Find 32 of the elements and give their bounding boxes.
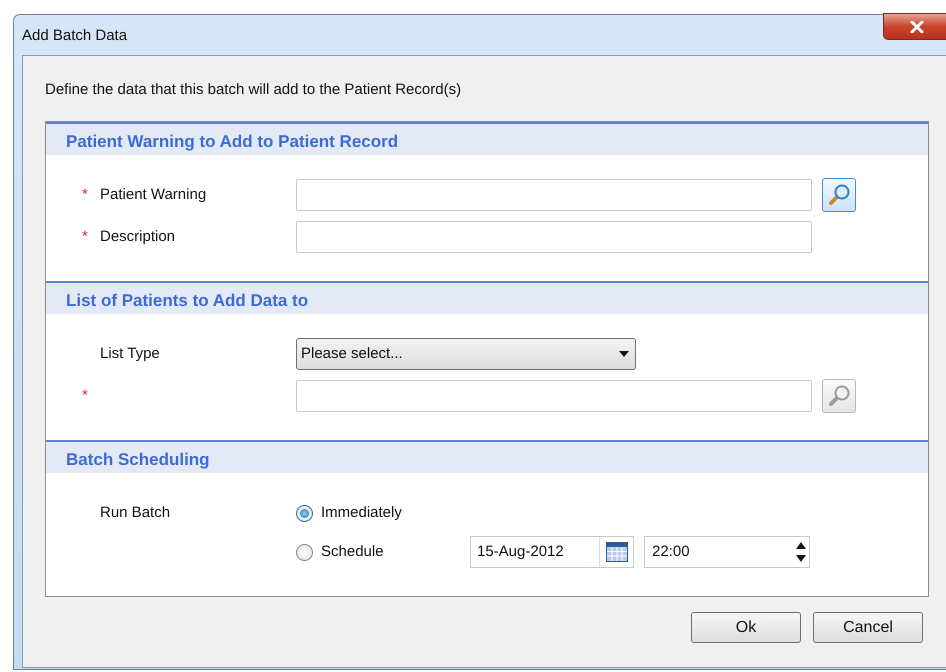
radio-circle[interactable] xyxy=(296,504,313,522)
dialog-button[interactable]: Ok xyxy=(691,612,801,643)
field-label: Description xyxy=(100,228,176,245)
text-field[interactable] xyxy=(296,380,812,412)
search-icon xyxy=(827,183,851,207)
close-button[interactable] xyxy=(883,13,946,40)
field-label: Patient Warning xyxy=(100,186,206,203)
radio-label[interactable]: Immediately xyxy=(321,502,402,524)
calendar-icon[interactable] xyxy=(606,542,628,562)
window-title: Add Batch Data xyxy=(22,27,128,44)
text-field[interactable] xyxy=(296,179,812,211)
date-field[interactable]: 15-Aug-2012 xyxy=(470,536,634,568)
field-label: List Type xyxy=(100,344,160,362)
radio-circle[interactable] xyxy=(296,544,313,560)
search-button[interactable] xyxy=(822,178,856,212)
dropdown-arrow-icon xyxy=(619,351,629,357)
time-field[interactable]: 22:00 xyxy=(644,536,810,568)
dialog-button[interactable]: Cancel xyxy=(813,612,923,643)
search-button[interactable] xyxy=(822,379,856,413)
section-header: Batch Scheduling xyxy=(46,440,928,473)
text-field[interactable] xyxy=(296,221,812,253)
section-header: Patient Warning to Add to Patient Record xyxy=(46,122,928,155)
field-label: Run Batch xyxy=(100,504,170,521)
section-header: List of Patients to Add Data to xyxy=(46,281,928,314)
required-marker: * xyxy=(82,228,88,245)
close-icon xyxy=(910,20,924,32)
required-marker: * xyxy=(82,386,88,404)
search-icon xyxy=(827,384,851,408)
required-marker: * xyxy=(82,186,88,203)
dropdown[interactable]: Please select... xyxy=(296,338,636,370)
radio-label[interactable]: Schedule xyxy=(321,540,384,564)
intro-text: Define the data that this batch will add to the Patient Record(s) xyxy=(45,81,462,98)
